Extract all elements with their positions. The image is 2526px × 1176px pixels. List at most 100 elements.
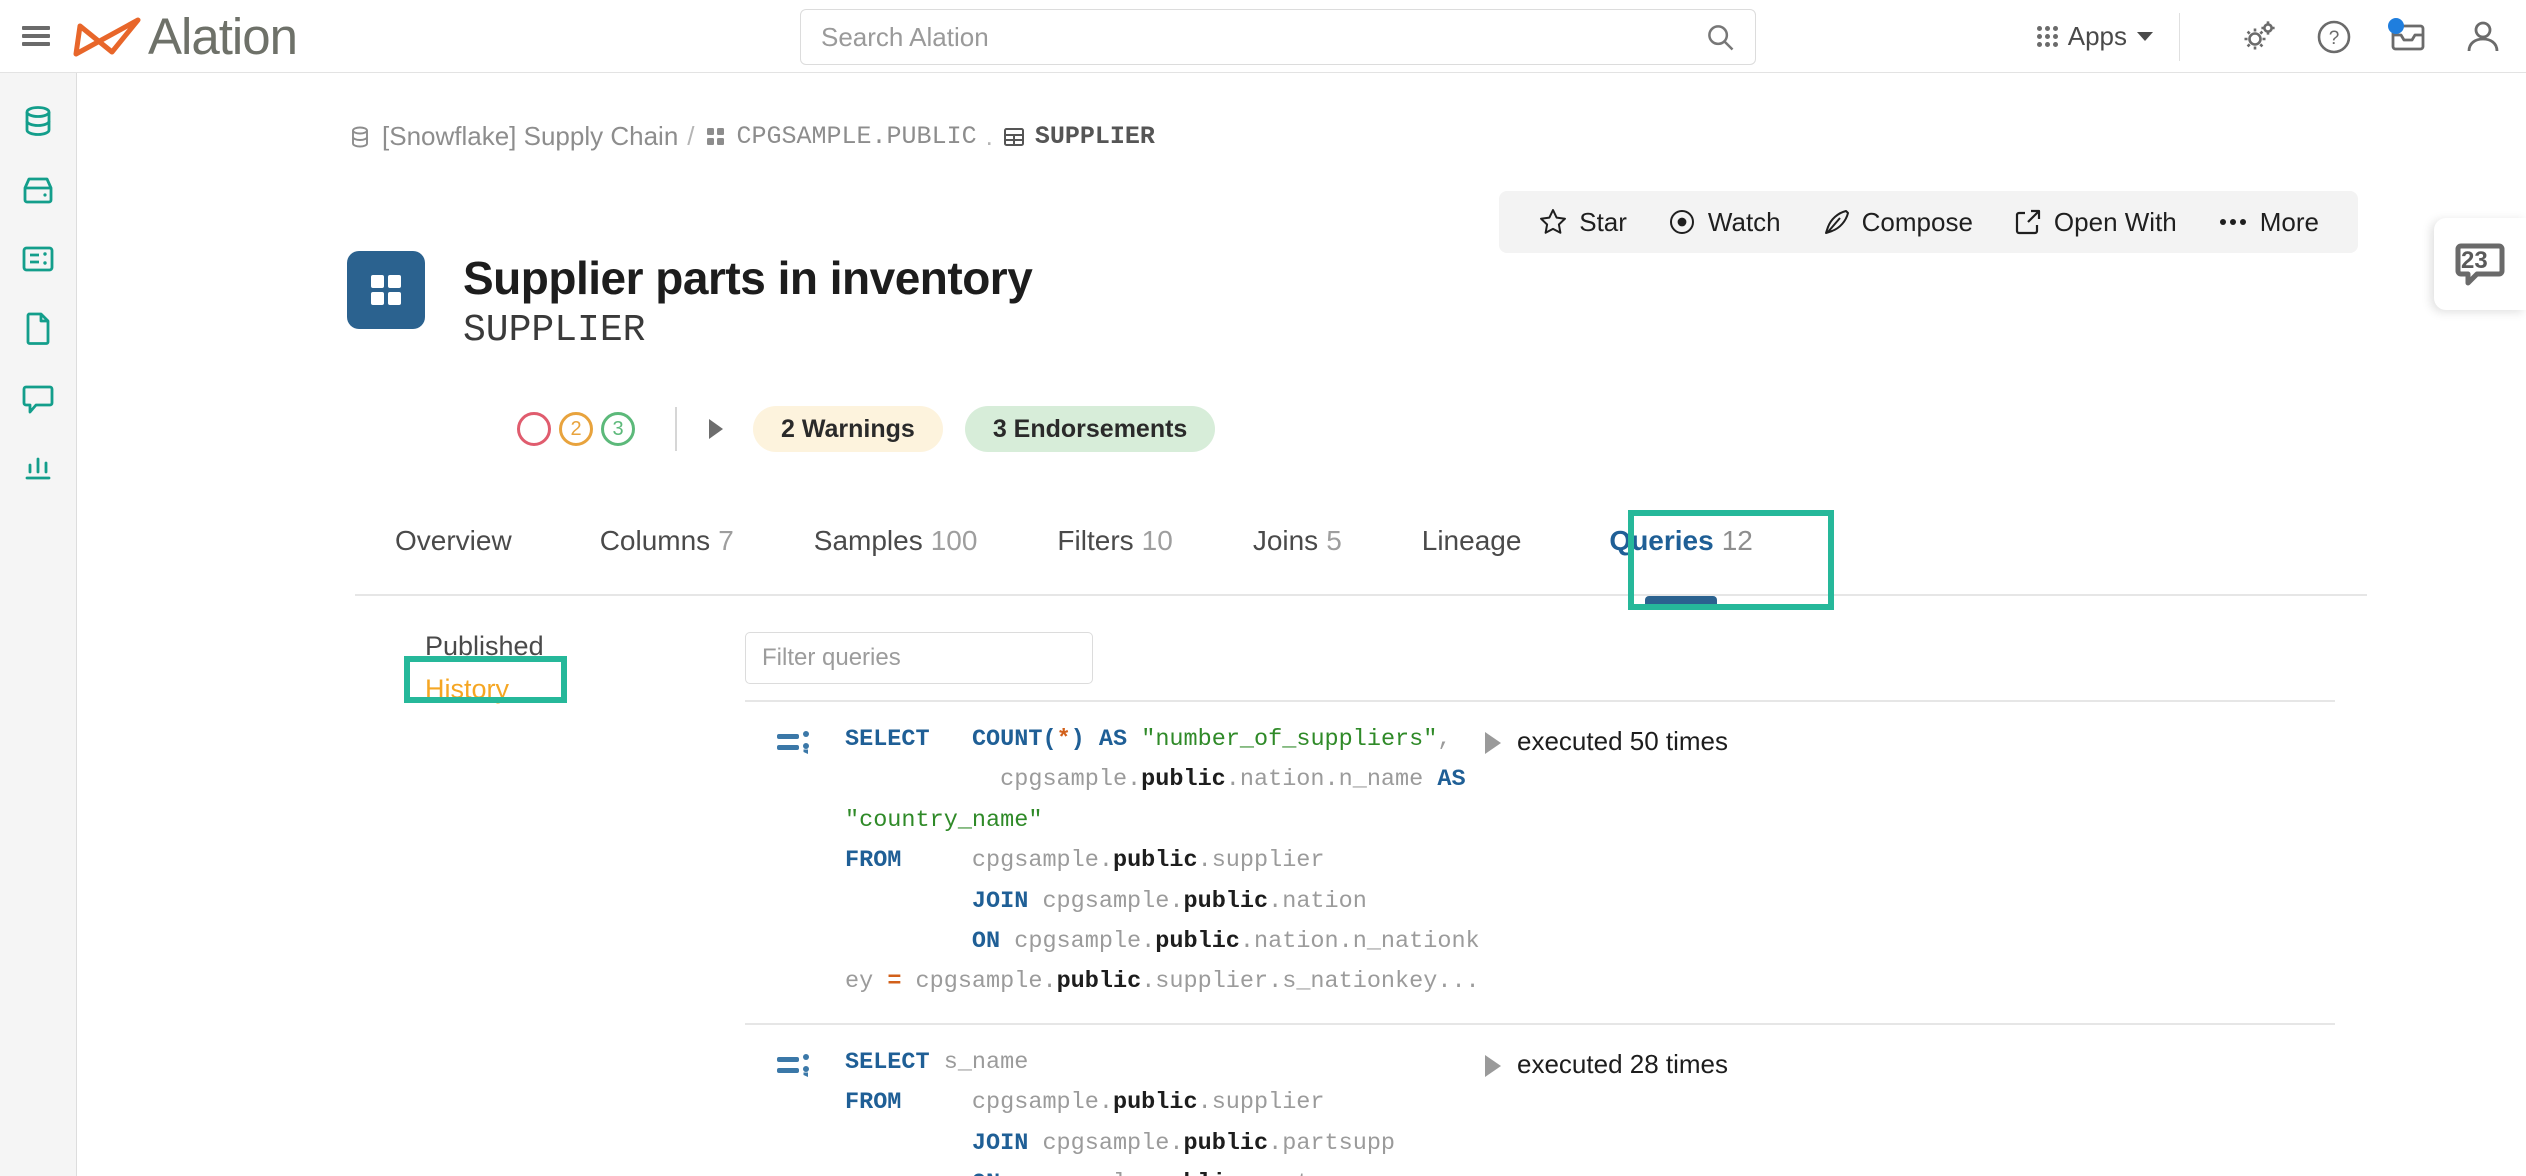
schema-icon — [704, 125, 728, 149]
triangle-right-icon[interactable] — [1485, 1054, 1501, 1077]
chat-bubble-icon — [22, 385, 54, 414]
sidebar-item-articles[interactable] — [14, 304, 62, 352]
breadcrumb-schema[interactable]: CPGSAMPLE.PUBLIC — [737, 122, 977, 151]
tab-samples[interactable]: Samples 100 — [774, 503, 1018, 557]
query-sql-preview[interactable]: SELECT COUNT(*) AS "number_of_suppliers"… — [845, 720, 1485, 1003]
search-input[interactable]: Search Alation — [800, 9, 1756, 65]
sidebar-item-queries[interactable] — [14, 235, 62, 283]
breadcrumb-dot: . — [985, 121, 993, 151]
object-tabs: Overview Columns 7 Samples 100 Filters 10 J… — [355, 503, 2355, 610]
external-link-icon — [2015, 209, 2041, 235]
filter-queries-input[interactable]: Filter queries — [745, 632, 1093, 684]
tab-label: Lineage — [1421, 525, 1522, 556]
triangle-right-icon[interactable] — [1485, 732, 1501, 754]
breadcrumb-separator: / — [687, 121, 695, 151]
query-list-item[interactable]: SELECT COUNT(*) AS "number_of_suppliers"… — [745, 702, 2335, 1023]
active-tab-indicator — [1645, 596, 1718, 610]
table-grid-icon — [347, 251, 425, 329]
query-list-icon — [22, 246, 54, 272]
tab-filters[interactable]: Filters 10 — [1017, 503, 1212, 557]
tab-count: 7 — [718, 525, 734, 556]
inbox-button[interactable] — [2388, 17, 2428, 57]
top-right-actions: Apps ? — [2036, 0, 2504, 73]
left-icon-rail — [0, 73, 77, 1176]
drive-icon — [23, 177, 53, 204]
breadcrumb-source[interactable]: [Snowflake] Supply Chain — [382, 121, 678, 152]
hamburger-menu-icon[interactable] — [18, 23, 54, 49]
open-with-button[interactable]: Open With — [1998, 207, 2192, 238]
star-icon — [1540, 209, 1567, 234]
apps-grid-icon — [2036, 26, 2058, 47]
help-button[interactable]: ? — [2314, 17, 2354, 57]
tabs-divider — [355, 594, 2367, 596]
tab-label: Overview — [395, 525, 512, 556]
settings-gears-button[interactable] — [2240, 17, 2280, 57]
sql-query-icon — [745, 720, 845, 1003]
breadcrumb: [Snowflake] Supply Chain / CPGSAMPLE.PUB… — [347, 121, 1155, 152]
table-icon — [1002, 125, 1026, 149]
apps-button[interactable]: Apps — [2036, 21, 2153, 52]
tab-joins[interactable]: Joins 5 — [1213, 503, 1382, 557]
query-history-list: SELECT COUNT(*) AS "number_of_suppliers"… — [745, 700, 2335, 1176]
user-account-button[interactable] — [2462, 16, 2504, 58]
sidebar-item-analytics[interactable] — [14, 442, 62, 490]
query-executions: executed 50 times — [1485, 720, 2335, 1003]
breadcrumb-current: SUPPLIER — [1034, 122, 1155, 151]
watch-label: Watch — [1707, 206, 1781, 237]
alation-logo[interactable]: Alation — [72, 7, 298, 65]
tab-label: Columns — [599, 525, 711, 556]
sidebar-item-sources[interactable] — [14, 97, 62, 145]
query-sql-preview[interactable]: SELECT s_name FROM cpgsample.public.supp… — [845, 1043, 1485, 1176]
tab-queries[interactable]: Queries 12 — [1569, 503, 1792, 610]
settings-gears-icon — [2244, 20, 2275, 49]
flag-red[interactable] — [517, 412, 551, 446]
more-button[interactable]: More — [2202, 207, 2334, 238]
triangle-right-icon[interactable] — [709, 419, 723, 439]
compose-label: Compose — [1861, 206, 1973, 237]
alation-bowtie-icon — [73, 17, 141, 57]
tab-label: Samples — [813, 525, 923, 556]
quill-pen-icon — [1824, 210, 1849, 234]
warnings-badge[interactable]: 2 Warnings — [753, 406, 943, 452]
open-with-label: Open With — [2053, 206, 2177, 237]
database-icon — [347, 124, 373, 150]
alation-wordmark: Alation — [148, 7, 298, 65]
filter-placeholder: Filter queries — [762, 644, 901, 671]
sql-query-icon — [745, 1043, 845, 1176]
tab-overview[interactable]: Overview — [355, 503, 560, 557]
tab-lineage[interactable]: Lineage — [1382, 503, 1570, 557]
query-list-item[interactable]: SELECT s_name FROM cpgsample.public.supp… — [745, 1025, 2335, 1176]
compose-button[interactable]: Compose — [1806, 207, 1988, 238]
subnav-item-history[interactable]: History — [425, 668, 725, 711]
inbox-unread-badge — [2388, 17, 2404, 34]
chat-unread-count: 23 — [2461, 247, 2488, 274]
flag-green[interactable]: 3 — [601, 412, 635, 446]
query-executions-label: executed 28 times — [1517, 1048, 1729, 1079]
document-icon — [26, 312, 50, 345]
chat-widget-button[interactable]: 23 — [2434, 218, 2526, 310]
main-content-panel: [Snowflake] Supply Chain / CPGSAMPLE.PUB… — [77, 73, 2526, 1176]
tab-count: 12 — [1721, 525, 1753, 556]
query-executions-label: executed 50 times — [1517, 726, 1729, 756]
divider — [2179, 12, 2180, 61]
tab-label: Filters — [1057, 525, 1134, 556]
search-icon — [1708, 25, 1734, 51]
tab-label: Queries — [1609, 525, 1714, 556]
subnav-item-published[interactable]: Published — [425, 625, 725, 668]
tab-label: Joins — [1252, 525, 1319, 556]
page-title: Supplier parts in inventory — [463, 252, 1033, 304]
watch-button[interactable]: Watch — [1652, 207, 1796, 238]
eye-watch-icon — [1669, 210, 1694, 234]
flag-amber[interactable]: 2 — [559, 412, 593, 446]
sidebar-item-conversations[interactable] — [14, 373, 62, 421]
database-icon — [25, 106, 51, 136]
sidebar-item-storage[interactable] — [14, 166, 62, 214]
more-label: More — [2259, 206, 2319, 237]
quality-and-badges-row: 2 3 2 Warnings 3 Endorsements — [517, 406, 1237, 452]
tab-columns[interactable]: Columns 7 — [560, 503, 774, 557]
page-subtitle: SUPPLIER — [463, 309, 646, 353]
divider — [675, 407, 677, 451]
endorsements-badge[interactable]: 3 Endorsements — [964, 406, 1216, 452]
star-button[interactable]: Star — [1523, 207, 1642, 238]
star-label: Star — [1579, 206, 1627, 237]
